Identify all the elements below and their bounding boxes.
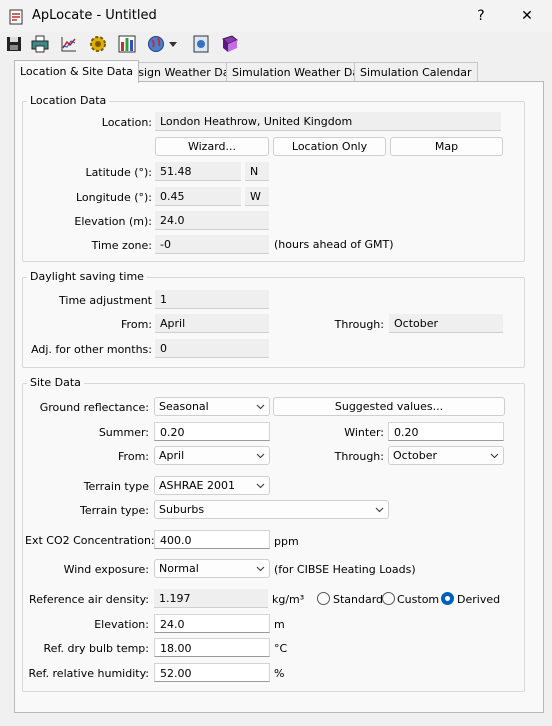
location-data-title: Location Data [27,94,110,107]
chevron-down-icon [375,507,384,513]
site-elevation-input[interactable]: 24.0 [154,614,270,633]
radio-standard-label: Standard [333,593,384,606]
site-through-label: Through: [334,450,384,463]
air-density-label: Reference air density: [29,593,149,606]
radio-derived-label: Derived [457,593,501,606]
chart-icon[interactable] [59,34,79,54]
daylight-saving-title: Daylight saving time [27,270,147,283]
location-label: Location: [101,116,152,129]
wind-exposure-value: Normal [159,562,199,575]
tab-simulation-calendar[interactable]: Simulation Calendar [354,62,478,82]
ground-reflectance-value: Seasonal [159,400,209,413]
save-icon[interactable] [4,34,24,54]
toolbar [0,32,552,56]
co2-unit: ppm [274,535,299,548]
site-through-value: October [393,449,438,462]
longitude-field: 0.45 [155,187,241,206]
site-from-select[interactable]: April [154,446,270,465]
wizard-button[interactable]: Wizard... [155,137,269,156]
dry-bulb-label: Ref. dry bulb temp: [43,642,149,655]
terrain-category-select[interactable]: Suburbs [154,500,389,519]
time-adjustment-label: Time adjustment [59,294,152,307]
site-from-label: From: [118,450,149,463]
humidity-input[interactable]: 52.00 [154,663,270,682]
dry-bulb-input[interactable]: 18.00 [154,638,270,657]
dry-bulb-unit: °C [274,642,288,655]
suggested-values-button[interactable]: Suggested values... [273,397,505,416]
longitude-direction: W [245,187,269,206]
time-adjustment-field: 1 [155,290,269,309]
air-density-field: 1.197 [154,589,268,608]
dst-through-field: October [389,314,503,333]
latitude-direction: N [245,162,269,181]
adj-other-months-field: 0 [155,339,269,358]
latitude-field: 51.48 [155,162,241,181]
title-bar: ApLocate - Untitled ? ✕ [0,0,552,32]
radio-derived[interactable] [441,592,454,605]
chevron-down-icon [490,453,499,459]
dst-from-field: April [155,314,269,333]
chevron-down-icon [256,483,265,489]
wind-exposure-label: Wind exposure: [63,563,149,576]
help-button[interactable]: ? [466,7,496,25]
chevron-down-icon [256,404,265,410]
tab-location-site-data[interactable]: Location & Site Data [14,60,139,83]
chevron-down-icon [256,566,265,572]
terrain-type-label: Terrain type [83,480,149,493]
chevron-down-icon [256,453,265,459]
map-button[interactable]: Map [390,137,503,156]
site-elevation-unit: m [274,618,285,631]
elevation-field: 24.0 [155,211,269,230]
terrain-category-value: Suburbs [159,503,205,516]
close-button[interactable]: ✕ [512,7,542,25]
co2-label: Ext CO2 Concentration: [25,534,155,547]
settings-gear-icon[interactable] [88,34,108,54]
adj-other-months-label: Adj. for other months: [31,343,152,356]
bar-chart-icon[interactable] [117,34,137,54]
winter-input[interactable]: 0.20 [388,422,504,441]
location-field: London Heathrow, United Kingdom [155,112,501,131]
humidity-unit: % [274,667,285,680]
dst-from-label: From: [121,318,152,331]
terrain-type-value: ASHRAE 2001 [159,479,235,492]
wind-exposure-note: (for CIBSE Heating Loads) [274,563,416,576]
radio-custom-label: Custom [397,593,440,606]
print-icon[interactable] [30,34,50,54]
globe-icon[interactable] [146,34,166,54]
radio-standard[interactable] [317,592,330,605]
timezone-note: (hours ahead of GMT) [274,238,394,251]
map-icon[interactable] [191,34,211,54]
app-icon [9,9,23,25]
location-only-button[interactable]: Location Only [273,137,386,156]
elevation-label: Elevation (m): [74,215,152,228]
site-through-select[interactable]: October [388,446,504,465]
air-density-unit: kg/m³ [272,593,305,606]
dst-through-label: Through: [334,318,384,331]
summer-label: Summer: [98,426,149,439]
terrain-category-label: Terrain type: [79,504,149,517]
site-elevation-label: Elevation: [94,618,149,631]
window-title: ApLocate - Untitled [32,8,157,23]
dropdown-arrow-icon[interactable] [167,34,179,54]
winter-label: Winter: [344,426,384,439]
timezone-field: -0 [155,235,269,254]
wind-exposure-select[interactable]: Normal [154,559,270,578]
ground-reflectance-label: Ground reflectance: [39,401,149,414]
humidity-label: Ref. relative humidity: [28,667,149,680]
ground-reflectance-select[interactable]: Seasonal [154,397,270,416]
site-data-title: Site Data [27,376,84,389]
help-book-icon[interactable] [220,34,240,54]
latitude-label: Latitude (°): [85,166,152,179]
summer-input[interactable]: 0.20 [154,422,270,441]
longitude-label: Longitude (°): [76,191,152,204]
radio-custom[interactable] [382,592,395,605]
timezone-label: Time zone: [91,239,152,252]
terrain-type-select[interactable]: ASHRAE 2001 [154,476,270,495]
co2-input[interactable]: 400.0 [154,530,270,549]
site-from-value: April [159,449,185,462]
